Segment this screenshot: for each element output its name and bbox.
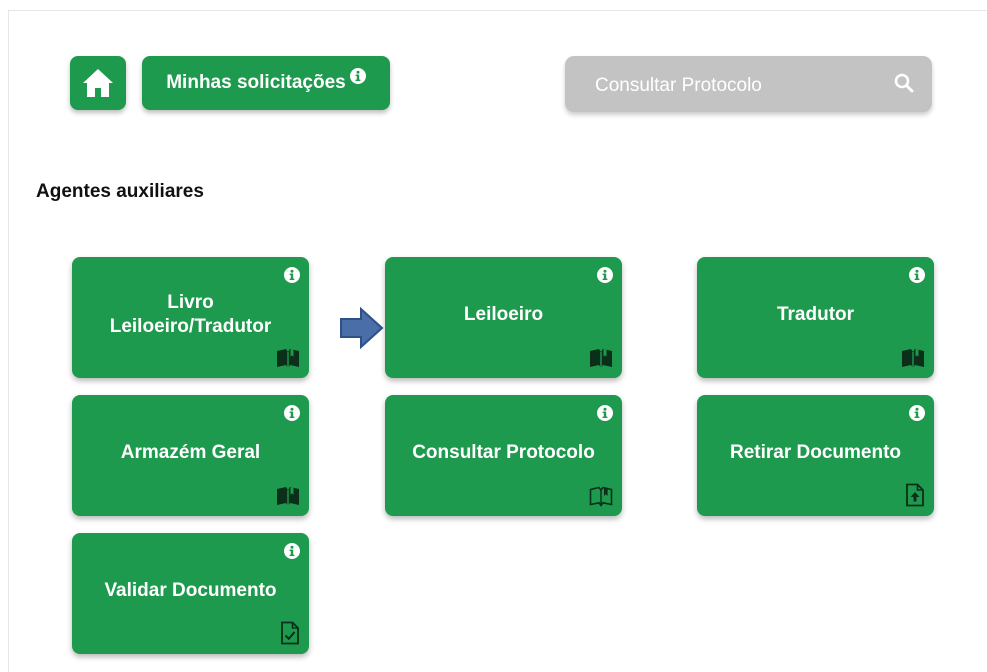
home-button[interactable] bbox=[70, 56, 126, 110]
card-label: Armazém Geral bbox=[120, 441, 261, 463]
card-tradutor[interactable]: Tradutor bbox=[697, 257, 934, 378]
book-icon bbox=[902, 349, 924, 368]
file-check-icon bbox=[281, 621, 299, 645]
file-upload-icon bbox=[906, 483, 924, 507]
card-label: Tradutor bbox=[776, 303, 855, 325]
card-validar-documento[interactable]: Validar Documento bbox=[72, 533, 309, 654]
book-icon bbox=[277, 349, 299, 368]
search-icon[interactable] bbox=[894, 73, 914, 93]
card-consultar-protocolo[interactable]: Consultar Protocolo bbox=[385, 395, 622, 516]
info-icon[interactable] bbox=[597, 405, 613, 421]
minhas-solicitacoes-button[interactable]: Minhas solicitações bbox=[142, 56, 390, 110]
search-placeholder: Consultar Protocolo bbox=[595, 75, 762, 96]
book-icon bbox=[277, 487, 299, 506]
info-icon[interactable] bbox=[597, 267, 613, 283]
info-icon[interactable] bbox=[284, 405, 300, 421]
card-label-line1: Livro bbox=[167, 291, 214, 313]
minhas-solicitacoes-label: Minhas solicitações bbox=[166, 72, 346, 93]
consultar-protocolo-search[interactable]: Consultar Protocolo bbox=[565, 56, 932, 112]
home-icon bbox=[83, 69, 113, 97]
section-title: Agentes auxiliares bbox=[36, 181, 204, 202]
card-label: Consultar Protocolo bbox=[412, 441, 595, 463]
book-icon bbox=[590, 349, 612, 368]
card-livro-leiloeiro-tradutor[interactable]: Livro Leiloeiro/Tradutor bbox=[72, 257, 309, 378]
book-open-outline-icon bbox=[589, 486, 613, 507]
info-icon[interactable] bbox=[909, 405, 925, 421]
info-icon[interactable] bbox=[909, 267, 925, 283]
info-icon[interactable] bbox=[284, 267, 300, 283]
card-label: Livro Leiloeiro/Tradutor bbox=[82, 257, 299, 378]
card-retirar-documento[interactable]: Retirar Documento bbox=[697, 395, 934, 516]
card-label: Validar Documento bbox=[104, 579, 277, 601]
card-label: Retirar Documento bbox=[729, 441, 902, 463]
card-armazem-geral[interactable]: Armazém Geral bbox=[72, 395, 309, 516]
card-label-line2: Leiloeiro/Tradutor bbox=[109, 315, 272, 337]
card-leiloeiro[interactable]: Leiloeiro bbox=[385, 257, 622, 378]
info-icon[interactable] bbox=[349, 68, 366, 84]
info-icon[interactable] bbox=[284, 543, 300, 559]
arrow-right-icon bbox=[340, 306, 384, 350]
card-label: Leiloeiro bbox=[463, 303, 544, 325]
